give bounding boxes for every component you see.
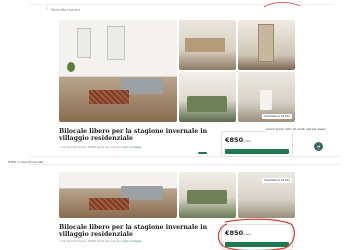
photo-bedroom[interactable] <box>179 172 236 218</box>
window <box>77 28 91 58</box>
annotation-stroke-top <box>263 1 301 8</box>
photo-bathroom[interactable]: Visualizza le 18 foto <box>238 72 295 122</box>
photo-gallery-bottom[interactable]: Visualizza le 18 foto <box>59 172 295 218</box>
chat-icon: ◔ <box>316 144 321 149</box>
back-link-label: Torna alle ricerche <box>51 7 81 12</box>
annotation-circle <box>217 218 295 250</box>
bed <box>187 96 227 112</box>
photo-living-room[interactable] <box>59 20 177 122</box>
chevron-left-icon: ‹ <box>46 6 48 12</box>
listing-address: ⌖ Via Cardinal Ferrari, 20045 Santo San … <box>59 146 141 149</box>
all-photos-button[interactable]: Visualizza le 18 foto <box>262 114 292 119</box>
price: €850/mese <box>225 136 251 144</box>
rug <box>89 90 129 104</box>
all-photos-button[interactable]: Visualizza le 18 foto <box>262 178 292 183</box>
map-link[interactable]: Apri in mappa <box>123 146 141 149</box>
rug <box>89 198 129 210</box>
listing-title: Bilocale libero per la stagione invernal… <box>59 224 208 238</box>
fixture <box>260 90 272 110</box>
photo-living-room[interactable] <box>59 172 177 218</box>
listing-address: ⌖ Via Cardinal Ferrari, 20045 Santo San … <box>59 240 141 243</box>
address-text: Via Cardinal Ferrari, 20045 Santo San Gi… <box>61 146 123 149</box>
bed <box>187 190 227 204</box>
photo-bedroom[interactable] <box>179 72 236 122</box>
plant <box>67 62 75 72</box>
tooltip: Lorem ipsum dolor sit amet, sed per asse… <box>264 126 328 132</box>
photo-hallway[interactable] <box>238 20 295 70</box>
door <box>258 24 274 62</box>
photo-kitchen[interactable] <box>179 20 236 70</box>
price-value: €850 <box>225 136 244 144</box>
listing-title: Bilocale libero per la stagione invernal… <box>59 128 208 142</box>
back-link[interactable]: ‹ Torna alle ricerche <box>46 7 80 12</box>
price-unit: /mese <box>243 140 252 143</box>
photo-bathroom[interactable]: Visualizza le 18 foto <box>238 172 295 218</box>
cabinet <box>185 38 225 52</box>
tab-indicator <box>198 152 207 154</box>
map-link[interactable]: Apri in mappa <box>123 240 141 243</box>
price-card: €850/mese <box>221 131 293 157</box>
window <box>107 26 125 60</box>
contact-button[interactable] <box>225 149 289 154</box>
address-text: Via Cardinal Ferrari, 20045 Santo San Gi… <box>61 240 123 243</box>
photo-gallery[interactable]: Visualizza le 18 foto <box>59 20 295 122</box>
chat-button[interactable]: ◔ <box>314 142 323 151</box>
